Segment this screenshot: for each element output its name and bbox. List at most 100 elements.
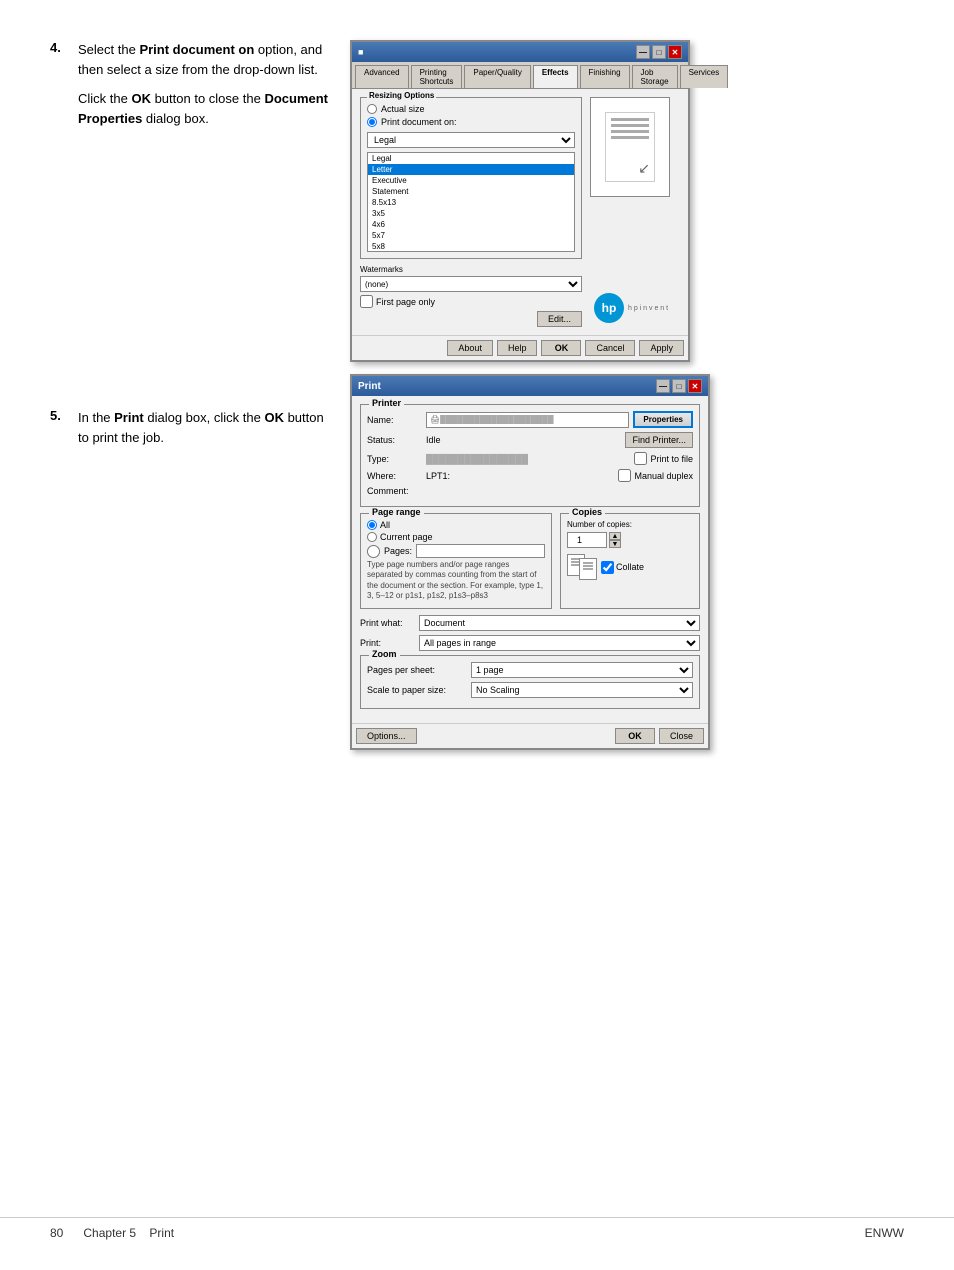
pages-per-sheet-label: Pages per sheet: [367, 665, 467, 675]
type-label: Type: [367, 454, 422, 464]
copies-up[interactable]: ▲ [609, 532, 621, 540]
page-number: 80 [50, 1226, 63, 1240]
zoom-section: Zoom Pages per sheet: 1 page Scale to pa… [360, 655, 700, 709]
tab-finishing[interactable]: Finishing [580, 65, 630, 88]
about-button[interactable]: About [447, 340, 493, 356]
right-screenshots: ■ — □ ✕ Advanced Printing Shortcuts Pape… [350, 40, 904, 750]
print-to-file-label: Print to file [650, 454, 693, 464]
scale-dropdown[interactable]: No Scaling [471, 682, 693, 698]
printer-name-value: ████████████████████ [440, 415, 625, 424]
step-5-bold1: Print [114, 410, 144, 425]
page-footer: 80 Chapter 5 Print ENWW [0, 1217, 954, 1240]
minimize-button[interactable]: — [636, 45, 650, 59]
tab-services[interactable]: Services [680, 65, 729, 88]
print-to-file-row: Print to file [634, 452, 693, 465]
chapter-label: Chapter 5 [83, 1226, 136, 1240]
page-range-section: Page range All Current page [360, 513, 552, 609]
size-3x5[interactable]: 3x5 [368, 208, 574, 219]
all-radio[interactable]: All [367, 520, 545, 530]
dialog1-titlebar-buttons: — □ ✕ [636, 45, 682, 59]
first-page-only-checkbox[interactable]: First page only [360, 295, 582, 308]
actual-size-radio[interactable]: Actual size [367, 104, 575, 114]
size-85x13[interactable]: 8.5x13 [368, 197, 574, 208]
printer-name-input[interactable]: 🖨 ████████████████████ [426, 412, 629, 428]
dialog2-close[interactable]: ✕ [688, 379, 702, 393]
close-button[interactable]: ✕ [668, 45, 682, 59]
print-what-dropdown[interactable]: Document [419, 615, 700, 631]
pages-label: Pages: [384, 546, 412, 556]
size-dropdown[interactable]: Legal [367, 132, 575, 148]
footer-right: ENWW [865, 1226, 904, 1240]
print-document-on-radio[interactable]: Print document on: [367, 117, 575, 127]
properties-button[interactable]: Properties [633, 411, 693, 428]
size-statement[interactable]: Statement [368, 186, 574, 197]
step-4-secondary: Click the OK button to close the Documen… [78, 89, 330, 128]
size-4x6[interactable]: 4x6 [368, 219, 574, 230]
help-button[interactable]: Help [497, 340, 538, 356]
collate-checkbox[interactable] [601, 561, 614, 574]
step-4-bold1: Print document on [139, 42, 254, 57]
restore-button[interactable]: □ [652, 45, 666, 59]
zoom-section-title: Zoom [369, 649, 400, 659]
step-5-number: 5. [50, 408, 68, 423]
collate-label: Collate [616, 562, 644, 572]
num-copies-label: Number of copies: [567, 520, 693, 529]
close-button-2[interactable]: Close [659, 728, 704, 744]
size-letter[interactable]: Letter [368, 164, 574, 175]
step-4-content: Select the Print document on option, and… [78, 40, 330, 128]
where-value: LPT1: [426, 471, 614, 481]
apply-button[interactable]: Apply [639, 340, 684, 356]
collate-page-2 [579, 558, 597, 580]
pages-hint: Type page numbers and/or page ranges sep… [367, 560, 545, 602]
section-label: Print [149, 1226, 174, 1240]
copies-input[interactable] [567, 532, 607, 548]
tab-effects[interactable]: Effects [533, 65, 578, 88]
step-5-content: In the Print dialog box, click the OK bu… [78, 408, 330, 447]
main-content: 4. Select the Print document on option, … [50, 40, 904, 750]
pages-input[interactable] [416, 544, 545, 558]
tab-paper-quality[interactable]: Paper/Quality [464, 65, 530, 88]
size-5x8[interactable]: 5x8 [368, 241, 574, 252]
preview-arrow-icon: ↙ [638, 160, 650, 177]
copies-spinner: ▲ ▼ [609, 532, 621, 548]
collate-icon [567, 554, 597, 580]
watermarks-label: Watermarks [360, 265, 582, 274]
preview-lines [606, 113, 654, 147]
pages-radio[interactable] [367, 545, 380, 558]
preview-box: ↙ [590, 97, 670, 197]
print-label: Print: [360, 638, 415, 648]
print-dropdown[interactable]: All pages in range [419, 635, 700, 651]
options-button[interactable]: Options... [356, 728, 417, 744]
print-what-section: Print what: Document Print: All pages in… [360, 615, 700, 651]
dialog1-left: Resizing Options Actual size Print docum… [360, 97, 582, 327]
footer-left: 80 Chapter 5 Print [50, 1226, 174, 1240]
printer-name-icon: 🖨 [430, 415, 440, 424]
pages-per-sheet-dropdown[interactable]: 1 page [471, 662, 693, 678]
find-printer-button[interactable]: Find Printer... [625, 432, 693, 448]
tab-advanced[interactable]: Advanced [355, 65, 409, 88]
ok-button-1[interactable]: OK [541, 340, 581, 356]
manual-duplex-checkbox[interactable] [618, 469, 631, 482]
dialog1-body: Resizing Options Actual size Print docum… [352, 89, 688, 335]
hp-logo: hp [594, 293, 624, 323]
status-label: Status: [367, 435, 422, 445]
current-page-label: Current page [380, 532, 433, 542]
where-label: Where: [367, 471, 422, 481]
print-to-file-checkbox[interactable] [634, 452, 647, 465]
size-5x7[interactable]: 5x7 [368, 230, 574, 241]
watermarks-dropdown[interactable]: (none) [360, 276, 582, 292]
dialog2-minimize[interactable]: — [656, 379, 670, 393]
size-executive[interactable]: Executive [368, 175, 574, 186]
ok-button-2[interactable]: OK [615, 728, 655, 744]
copies-down[interactable]: ▼ [609, 540, 621, 548]
edit-button[interactable]: Edit... [537, 311, 582, 327]
cancel-button-1[interactable]: Cancel [585, 340, 635, 356]
current-page-radio[interactable]: Current page [367, 532, 545, 542]
tab-job-storage[interactable]: Job Storage [632, 65, 678, 88]
dialog2-titlebar-buttons: — □ ✕ [656, 379, 702, 393]
size-legal[interactable]: Legal [368, 153, 574, 164]
tab-printing-shortcuts[interactable]: Printing Shortcuts [411, 65, 463, 88]
step-5-block: 5. In the Print dialog box, click the OK… [50, 408, 330, 447]
dialog2-restore[interactable]: □ [672, 379, 686, 393]
step-5-main: In the Print dialog box, click the OK bu… [78, 408, 330, 447]
